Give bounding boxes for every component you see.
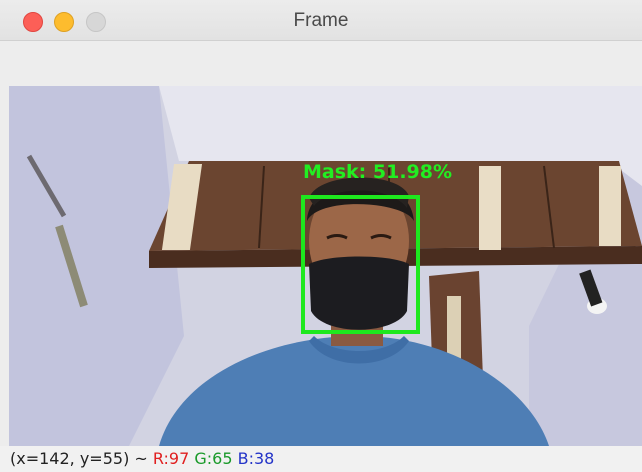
blue-value: B:38	[237, 449, 275, 468]
detection-box	[301, 195, 420, 334]
window-title: Frame	[293, 10, 349, 31]
green-value: G:65	[194, 449, 233, 468]
title-bar[interactable]: Frame	[0, 0, 642, 41]
toolbar-area	[0, 41, 642, 85]
red-value: R:97	[152, 449, 190, 468]
detection-label: Mask: 51.98%	[303, 161, 453, 183]
app-window: Frame Mask: 51.98% (x=142, y=55) ~ R:97 …	[0, 0, 642, 472]
pixel-readout: (x=142, y=55) ~ R:97 G:65 B:38	[10, 449, 274, 468]
video-frame[interactable]: Mask: 51.98%	[9, 86, 642, 446]
status-bar: (x=142, y=55) ~ R:97 G:65 B:38	[0, 446, 642, 472]
cursor-coordinates: (x=142, y=55) ~	[10, 449, 148, 468]
